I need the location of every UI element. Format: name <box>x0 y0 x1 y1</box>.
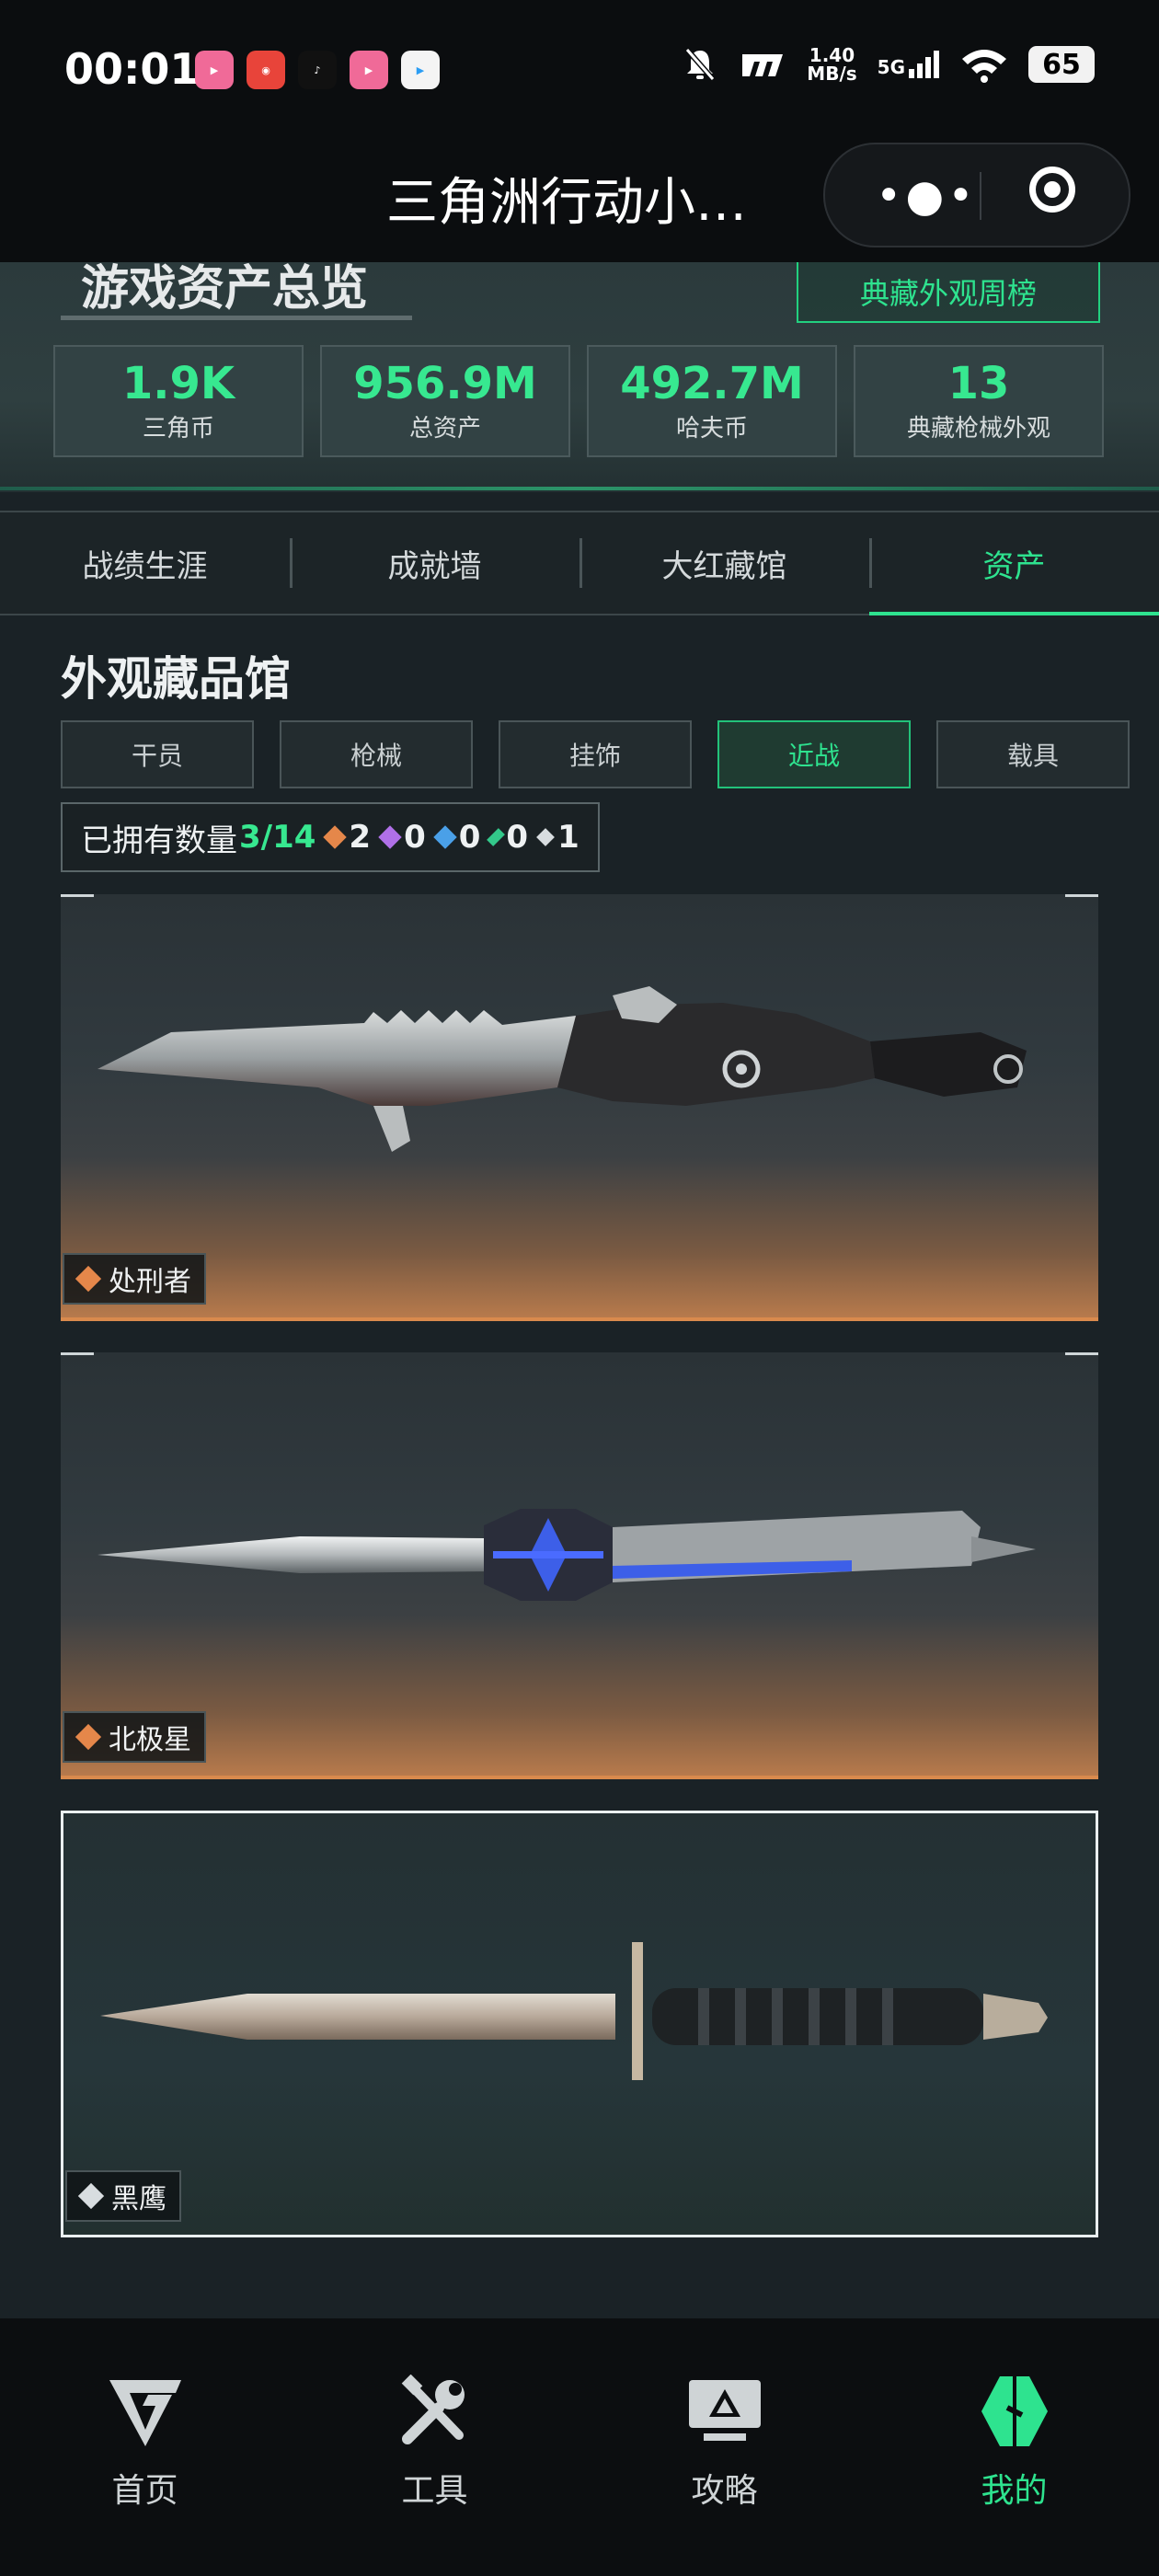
status-time: 00:01 <box>64 44 200 94</box>
signal-bars-icon <box>909 51 939 78</box>
purple-diamond-icon <box>378 825 402 849</box>
nav-label: 攻略 <box>691 2472 758 2510</box>
polaris-knife-image <box>98 1509 1036 1601</box>
bottom-navigation: 首页 工具 攻略 我的 <box>0 2318 1159 2576</box>
mini-program-titlebar: 三角洲行动小… •●• <box>0 143 1159 262</box>
owned-count: 3/14 <box>239 819 316 856</box>
signal-indicator: 5G <box>878 51 940 78</box>
stat-label: 总资产 <box>408 415 481 443</box>
stat-value: 956.9M <box>353 358 537 409</box>
rarity-count-legendary: 2 <box>323 819 371 856</box>
green-diamond-icon <box>487 828 506 846</box>
stat-label: 典藏枪械外观 <box>906 415 1050 443</box>
profile-tabs: 战绩生涯 成就墙 大红藏馆 资产 <box>0 511 1159 615</box>
stat-card-gun-skins: 13 典藏枪械外观 <box>854 345 1104 457</box>
weekly-collection-rank-button[interactable]: 典藏外观周榜 <box>797 262 1100 323</box>
item-name-tag: 处刑者 <box>63 1253 206 1305</box>
stat-card-haf-coin: 492.7M 哈夫币 <box>587 345 837 457</box>
guide-monitor-icon <box>683 2370 766 2453</box>
overview-divider <box>0 487 1159 490</box>
carrier-logo-icon <box>742 54 784 76</box>
nav-label: 工具 <box>401 2472 468 2510</box>
tab-assets[interactable]: 资产 <box>869 512 1159 615</box>
capsule-menu: •●• <box>823 143 1130 247</box>
stat-row: 1.9K 三角币 956.9M 总资产 492.7M 哈夫币 13 典藏枪械外观 <box>53 345 1104 457</box>
legendary-rarity-icon <box>75 1266 101 1292</box>
item-name-tag: 黑鹰 <box>65 2170 181 2222</box>
close-target-button[interactable] <box>1029 167 1075 213</box>
mute-bell-icon <box>685 48 716 81</box>
rarity-count-rare: 0 <box>433 819 480 856</box>
stat-label: 三角币 <box>142 415 214 443</box>
legendary-rarity-icon <box>75 1724 101 1750</box>
melee-item-card[interactable]: 处刑者 <box>61 894 1098 1321</box>
item-name: 北极星 <box>109 1724 191 1756</box>
stat-value: 13 <box>947 358 1010 409</box>
common-rarity-icon <box>78 2183 104 2209</box>
melee-item-card[interactable]: 北极星 <box>61 1352 1098 1779</box>
net-speed: 1.40 MB/s <box>807 44 857 85</box>
bilibili-icon: ▶ <box>195 51 234 89</box>
network-type: 5G <box>877 56 905 78</box>
capsule-divider <box>980 172 981 220</box>
tab-achievement-wall[interactable]: 成就墙 <box>290 512 580 614</box>
item-name: 黑鹰 <box>111 2183 166 2215</box>
melee-item-card[interactable]: 黑鹰 <box>61 1811 1098 2237</box>
stat-label: 哈夫币 <box>675 415 748 443</box>
notification-app-icons: ▶ ◉ ♪ ▶ ▶ <box>195 51 440 89</box>
blue-diamond-icon <box>433 825 457 849</box>
stat-value: 1.9K <box>121 358 235 409</box>
item-name-tag: 北极星 <box>63 1711 206 1763</box>
wifi-icon <box>962 50 1006 83</box>
battery-indicator: 65 <box>1028 46 1095 83</box>
nav-guide[interactable]: 攻略 <box>580 2318 869 2576</box>
home-logo-icon <box>104 2370 187 2453</box>
white-diamond-icon <box>536 828 555 846</box>
tab-career-record[interactable]: 战绩生涯 <box>0 512 290 614</box>
more-menu-button[interactable]: •●• <box>876 170 978 222</box>
owned-label: 已拥有数量 <box>81 822 237 859</box>
play-icon: ▶ <box>401 51 440 89</box>
nav-label: 我的 <box>981 2472 1048 2510</box>
category-filters: 干员 枪械 挂饰 近战 载具 <box>61 720 1130 788</box>
blackhawk-knife-image <box>100 1942 1048 2080</box>
status-bar: 00:01 ▶ ◉ ♪ ▶ ▶ 1.40 MB/s 5G 65 <box>0 0 1159 143</box>
filter-vehicles[interactable]: 载具 <box>936 720 1130 788</box>
owned-count-bar: 已拥有数量 3/14 2 0 0 0 1 <box>61 802 600 872</box>
stat-value: 492.7M <box>620 358 804 409</box>
rarity-count-epic: 0 <box>378 819 426 856</box>
executioner-knife-image <box>98 986 1027 1152</box>
filter-operators[interactable]: 干员 <box>61 720 254 788</box>
stat-card-total-assets: 956.9M 总资产 <box>320 345 570 457</box>
tab-red-collection[interactable]: 大红藏馆 <box>580 512 869 614</box>
filter-guns[interactable]: 枪械 <box>280 720 473 788</box>
tiktok-icon: ♪ <box>298 51 337 89</box>
page-title: 三角洲行动小… <box>386 173 747 233</box>
nav-profile[interactable]: 我的 <box>869 2318 1159 2576</box>
filter-melee[interactable]: 近战 <box>717 720 911 788</box>
item-name: 处刑者 <box>109 1266 191 1298</box>
overview-title-underline <box>61 316 412 320</box>
profile-logo-icon <box>973 2370 1056 2453</box>
nav-label: 首页 <box>111 2472 178 2510</box>
bilibili-icon: ▶ <box>350 51 388 89</box>
filter-charms[interactable]: 挂饰 <box>499 720 692 788</box>
orange-diamond-icon <box>323 825 348 849</box>
weibo-icon: ◉ <box>247 51 285 89</box>
asset-overview-panel: 游戏资产总览 典藏外观周榜 1.9K 三角币 956.9M 总资产 492.7M… <box>0 261 1159 492</box>
tools-icon <box>394 2370 476 2453</box>
overview-title: 游戏资产总览 <box>81 261 369 316</box>
stat-card-delta-coin: 1.9K 三角币 <box>53 345 304 457</box>
nav-home[interactable]: 首页 <box>0 2318 290 2576</box>
status-right: 1.40 MB/s 5G 65 <box>682 46 1095 83</box>
collection-title: 外观藏品馆 <box>61 652 291 706</box>
nav-tools[interactable]: 工具 <box>290 2318 580 2576</box>
rarity-count-uncommon: 0 <box>487 819 528 856</box>
rarity-count-common: 1 <box>536 819 580 856</box>
